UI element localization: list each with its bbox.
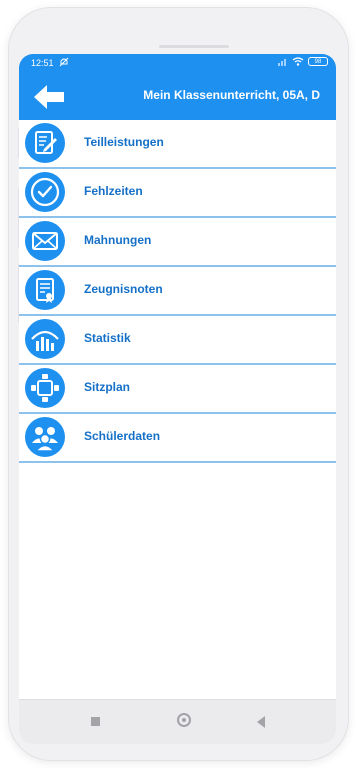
app-screen: 12:51 98 Mein Klassenunterricht, 05A, D … (19, 54, 336, 744)
signal-icon (278, 59, 286, 66)
menu-list: Teilleistungen Fehlzeiten Mahnungen Zeug… (19, 120, 336, 463)
certificate-icon (25, 270, 65, 310)
menu-item-label: Statistik (84, 331, 131, 345)
menu-item-sitzplan[interactable]: Sitzplan (19, 365, 336, 414)
seating-plan-icon (25, 368, 65, 408)
home-button[interactable] (177, 713, 191, 727)
status-time: 12:51 (31, 58, 54, 68)
menu-item-label: Teilleistungen (84, 135, 164, 149)
statistics-chart-icon (25, 319, 65, 359)
clock-check-icon (25, 172, 65, 212)
wifi-icon (292, 57, 304, 66)
menu-item-label: Fehlzeiten (84, 184, 143, 198)
status-bar: 12:51 98 (19, 54, 336, 72)
menu-item-statistik[interactable]: Statistik (19, 316, 336, 365)
menu-item-label: Schülerdaten (84, 429, 161, 443)
envelope-icon (25, 221, 65, 261)
arrow-left-icon (34, 85, 64, 109)
speaker-grille (159, 45, 229, 48)
page-title: Mein Klassenunterricht, 05A, D (143, 88, 320, 102)
app-bar: Mein Klassenunterricht, 05A, D (19, 72, 336, 120)
students-group-icon (25, 417, 65, 457)
back-button[interactable] (33, 83, 65, 111)
system-nav-bar (19, 699, 336, 744)
menu-item-teilleistungen[interactable]: Teilleistungen (19, 120, 336, 169)
menu-item-schuelerdaten[interactable]: Schülerdaten (19, 414, 336, 463)
menu-item-label: Mahnungen (84, 233, 152, 247)
status-icons: 98 (278, 57, 328, 66)
menu-item-label: Sitzplan (84, 380, 131, 394)
mute-icon (59, 57, 69, 70)
battery-icon: 98 (308, 57, 328, 66)
edit-document-icon (25, 123, 65, 163)
system-back-button[interactable] (257, 716, 265, 728)
menu-item-mahnungen[interactable]: Mahnungen (19, 218, 336, 267)
menu-item-zeugnisnoten[interactable]: Zeugnisnoten (19, 267, 336, 316)
menu-item-label: Zeugnisnoten (84, 282, 163, 296)
recent-apps-button[interactable] (91, 717, 100, 726)
menu-item-fehlzeiten[interactable]: Fehlzeiten (19, 169, 336, 218)
